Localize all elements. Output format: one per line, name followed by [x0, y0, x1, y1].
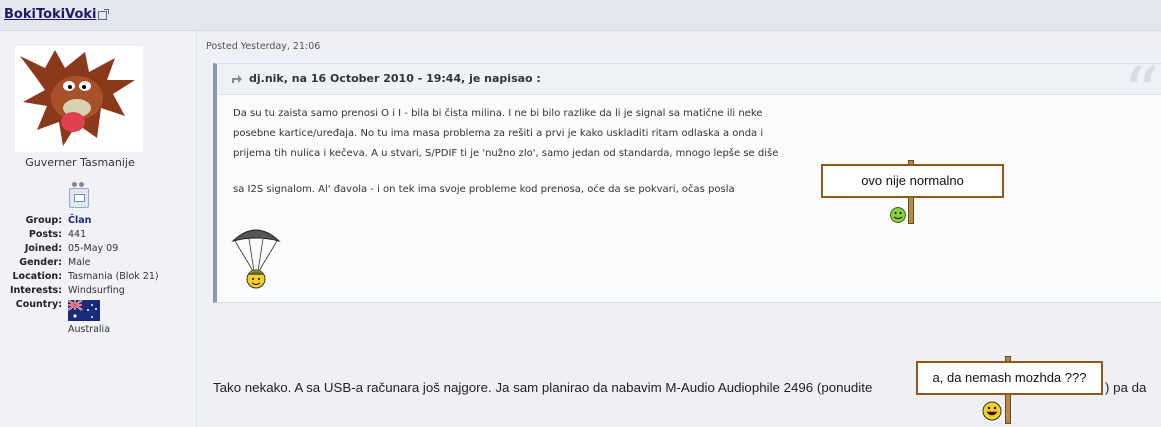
profile-label: Gender:: [19, 257, 62, 268]
profile-label: Interests:: [9, 285, 62, 296]
profile-label: Posts:: [28, 229, 62, 240]
profile-label: Group:: [25, 215, 62, 226]
smiley-icon: [982, 401, 1002, 421]
external-link-icon[interactable]: [98, 9, 109, 20]
quote-line: prijema tih nulica i kečeva. A u stvari,…: [233, 148, 779, 159]
profile-label: Location:: [12, 271, 62, 282]
profile-label: Joined:: [24, 243, 62, 254]
quote-line: Da su tu zaista samo prenosi O i I - bil…: [233, 108, 763, 119]
smiley-icon: [890, 207, 906, 223]
private-message-icon[interactable]: [69, 188, 89, 208]
group-value: Član: [68, 215, 92, 226]
parachute-smiley-icon: [231, 229, 281, 289]
quote-arrow-icon: [232, 75, 242, 83]
smiley-sign: a, da nemash mozhda ???: [916, 361, 1103, 395]
author-sidebar: Guverner Tasmanije Group: Član Posts: 44…: [0, 31, 197, 427]
post-timestamp: Posted Yesterday, 21:06: [206, 41, 321, 52]
joined-value: 05-May 09: [68, 243, 119, 254]
interests-value: Windsurfing: [68, 285, 125, 296]
avatar[interactable]: [15, 46, 143, 152]
quote-header: dj.nik, na 16 October 2010 - 19:44, je n…: [217, 58, 1161, 128]
location-value: Tasmania (Blok 21): [68, 271, 159, 282]
username-link[interactable]: BokiTokiVoki: [4, 7, 97, 22]
country-name: Australia: [68, 324, 111, 335]
gender-value: Male: [68, 257, 91, 268]
quote-line: posebne kartice/uređaja. No tu ima masa …: [233, 128, 764, 139]
post-text-line: Tako nekako. A sa USB-a računara još naj…: [213, 380, 873, 395]
post-text-continuation: ) pa da: [1105, 380, 1147, 395]
smiley-sign: ovo nije normalno: [821, 164, 1004, 198]
quote-line: sa I2S signalom. Al' đavola - i on tek i…: [233, 184, 735, 195]
rating-pip: [72, 182, 77, 187]
quote-attribution: dj.nik, na 16 October 2010 - 19:44, je n…: [249, 72, 541, 85]
profile-label: Country:: [15, 299, 62, 310]
rating-pip: [79, 182, 84, 187]
quote-block: dj.nik, na 16 October 2010 - 19:44, je n…: [213, 58, 1161, 303]
member-title: Guverner Tasmanije: [25, 156, 135, 169]
posts-value: 441: [68, 229, 87, 240]
post-header-bar: BokiTokiVoki: [0, 0, 1161, 31]
quote-mark-icon: “: [1123, 52, 1159, 134]
australia-flag-icon: [68, 300, 100, 321]
